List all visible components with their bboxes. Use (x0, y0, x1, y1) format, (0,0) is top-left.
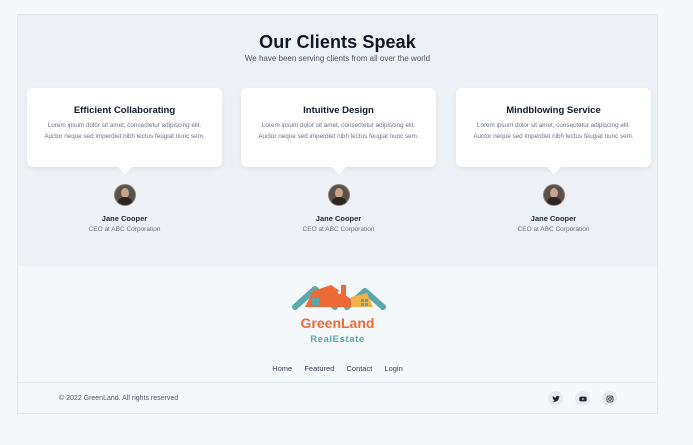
testimonial-title: Mindblowing Service (506, 105, 601, 116)
nav-link-login[interactable]: Login (384, 364, 402, 373)
avatar (113, 184, 136, 206)
footer: GreenLand RealEstate Home Featured Conta… (18, 266, 657, 413)
brand-name: GreenLand (300, 315, 375, 331)
youtube-icon[interactable] (575, 391, 590, 406)
avatar (327, 184, 350, 206)
testimonial-text: Lorem ipsum dolor sit amet, consectetur … (473, 122, 634, 140)
author-role: CEO at ABC Corporation (88, 226, 161, 233)
author-role: CEO at ABC Corporation (302, 226, 375, 233)
author-name: Jane Cooper (101, 214, 148, 223)
testimonial-author: Jane Cooper CEO at ABC Corporation (27, 184, 222, 233)
social-links (548, 391, 617, 406)
author-role: CEO at ABC Corporation (517, 226, 590, 233)
testimonial-card: Mindblowing Service Lorem ipsum dolor si… (456, 88, 651, 174)
footer-divider (18, 382, 657, 383)
page-frame: Our Clients Speak We have been serving c… (17, 14, 658, 414)
testimonial-text: Lorem ipsum dolor sit amet, consectetur … (44, 122, 205, 140)
avatar (542, 184, 565, 206)
testimonial-title: Efficient Collaborating (73, 105, 176, 116)
nav-link-home[interactable]: Home (272, 364, 292, 373)
nav-link-contact[interactable]: Contact (346, 364, 372, 373)
author-name: Jane Cooper (530, 214, 577, 223)
testimonial-card: Intuitive Design Lorem ipsum dolor sit a… (241, 88, 436, 174)
testimonial-author: Jane Cooper CEO at ABC Corporation (241, 184, 436, 233)
section-subtitle: We have been serving clients from all ov… (244, 54, 431, 63)
testimonials-section: Our Clients Speak We have been serving c… (18, 15, 657, 266)
brand-tagline: RealEstate (310, 334, 365, 345)
author-name: Jane Cooper (315, 214, 362, 223)
instagram-icon[interactable] (602, 391, 617, 406)
testimonial-author: Jane Cooper CEO at ABC Corporation (456, 184, 651, 233)
twitter-icon[interactable] (548, 391, 563, 406)
testimonial-card: Efficient Collaborating Lorem ipsum dolo… (27, 88, 222, 174)
section-title: Our Clients Speak (259, 32, 416, 52)
footer-nav: Home Featured Contact Login (18, 364, 657, 373)
testimonial-text: Lorem ipsum dolor sit amet, consectetur … (258, 122, 419, 140)
testimonial-title: Intuitive Design (303, 105, 374, 116)
nav-link-featured[interactable]: Featured (304, 364, 334, 373)
copyright-text: © 2022 GreenLand. All rights reserved (59, 395, 179, 402)
